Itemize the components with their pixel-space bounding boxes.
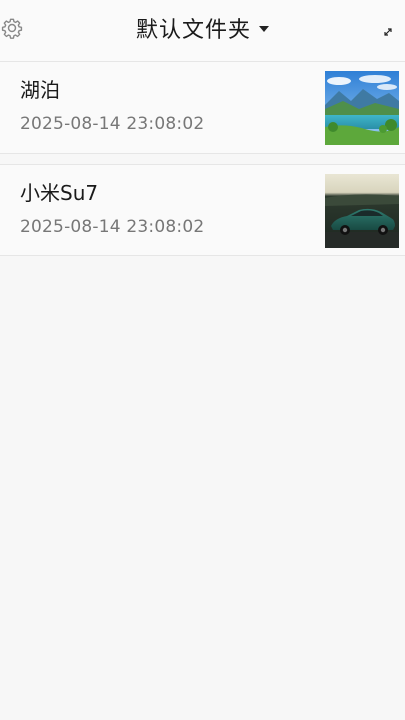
note-timestamp: 2025-08-14 23:08:02: [20, 114, 205, 134]
lake-thumbnail: [325, 71, 399, 145]
expand-icon: [384, 28, 392, 36]
note-item[interactable]: 湖泊 2025-08-14 23:08:02: [0, 62, 405, 154]
note-title: 小米Su7: [20, 181, 99, 205]
note-item[interactable]: 小米Su7 2025-08-14 23:08:02: [0, 164, 405, 256]
car-thumbnail: [325, 174, 399, 248]
folder-title: 默认文件夹: [135, 18, 251, 43]
folder-selector[interactable]: 默认文件夹: [0, 12, 405, 44]
note-title: 湖泊: [20, 78, 60, 102]
lake-landscape-image: [325, 71, 399, 145]
top-bar: 默认文件夹: [0, 0, 405, 62]
note-timestamp: 2025-08-14 23:08:02: [20, 217, 205, 237]
note-list: 湖泊 2025-08-14 23:08:02 小米Su7 2025-08-14 …: [0, 62, 405, 256]
caret-down-icon: [259, 26, 269, 32]
app-root: 默认文件夹 湖泊 2025-08-14 23:08:02 小米Su7 2025-…: [0, 0, 405, 720]
green-car-image: [325, 174, 399, 248]
expand-button[interactable]: [381, 24, 395, 38]
